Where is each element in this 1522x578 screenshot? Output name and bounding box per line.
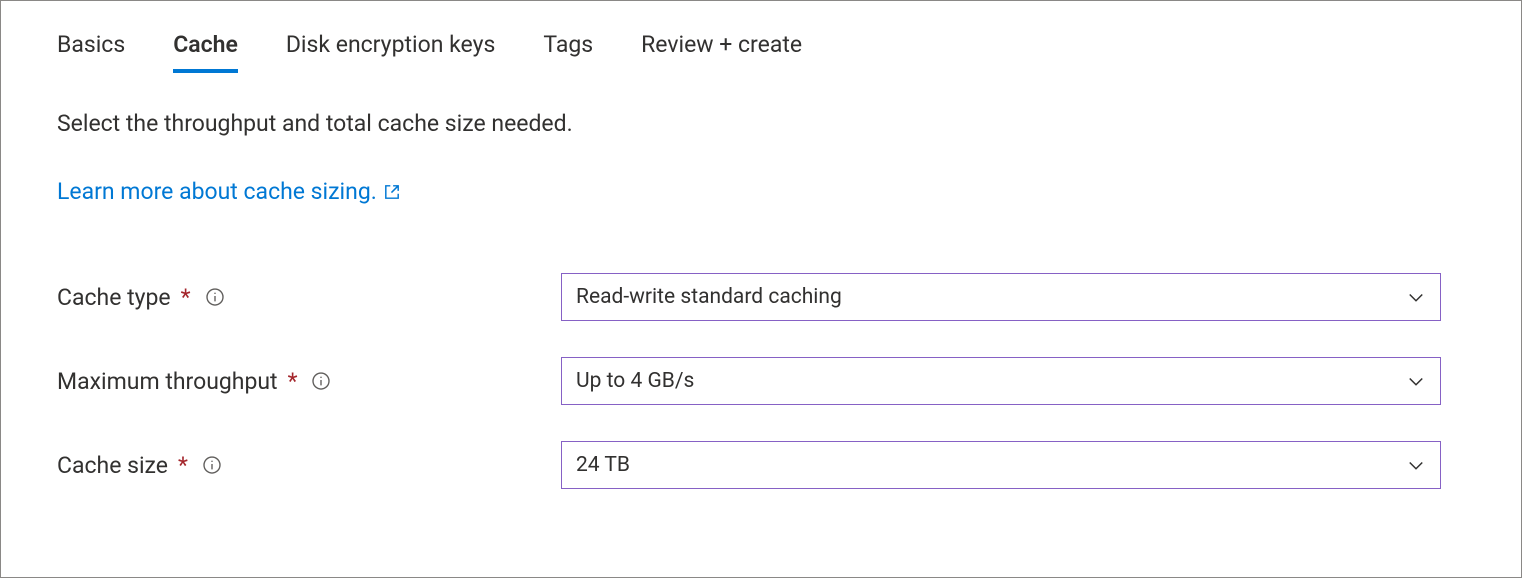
info-icon[interactable]: [202, 455, 222, 475]
tab-disk-encryption-keys[interactable]: Disk encryption keys: [286, 31, 496, 73]
section-description: Select the throughput and total cache si…: [57, 109, 1465, 139]
label-cache-size: Cache size *: [57, 452, 561, 479]
select-cache-size-value: 24 TB: [576, 453, 630, 477]
cache-config-panel: Basics Cache Disk encryption keys Tags R…: [0, 0, 1522, 578]
label-cache-size-text: Cache size: [57, 452, 168, 479]
label-cache-type-text: Cache type: [57, 284, 171, 311]
label-cache-type: Cache type *: [57, 284, 561, 311]
chevron-down-icon: [1406, 371, 1426, 391]
select-max-throughput[interactable]: Up to 4 GB/s: [561, 357, 1441, 405]
external-link-icon: [383, 183, 401, 201]
chevron-down-icon: [1406, 455, 1426, 475]
required-indicator: *: [288, 368, 298, 395]
label-max-throughput: Maximum throughput *: [57, 368, 561, 395]
required-indicator: *: [181, 284, 191, 311]
select-cache-type[interactable]: Read-write standard caching: [561, 273, 1441, 321]
chevron-down-icon: [1406, 287, 1426, 307]
row-cache-size: Cache size * 24 TB: [57, 441, 1465, 489]
tab-tags[interactable]: Tags: [543, 31, 593, 73]
tab-basics[interactable]: Basics: [57, 31, 125, 73]
learn-more-link[interactable]: Learn more about cache sizing.: [57, 178, 401, 205]
tab-review-create[interactable]: Review + create: [641, 31, 802, 73]
info-icon[interactable]: [205, 287, 225, 307]
select-cache-type-value: Read-write standard caching: [576, 285, 842, 309]
row-cache-type: Cache type * Read-write standard caching: [57, 273, 1465, 321]
wizard-tabs: Basics Cache Disk encryption keys Tags R…: [57, 31, 1465, 73]
select-cache-size[interactable]: 24 TB: [561, 441, 1441, 489]
row-max-throughput: Maximum throughput * Up to 4 GB/s: [57, 357, 1465, 405]
required-indicator: *: [178, 452, 188, 479]
learn-more-text: Learn more about cache sizing.: [57, 178, 377, 205]
select-max-throughput-value: Up to 4 GB/s: [576, 369, 694, 393]
tab-cache[interactable]: Cache: [173, 31, 238, 73]
info-icon[interactable]: [311, 371, 331, 391]
label-max-throughput-text: Maximum throughput: [57, 368, 278, 395]
